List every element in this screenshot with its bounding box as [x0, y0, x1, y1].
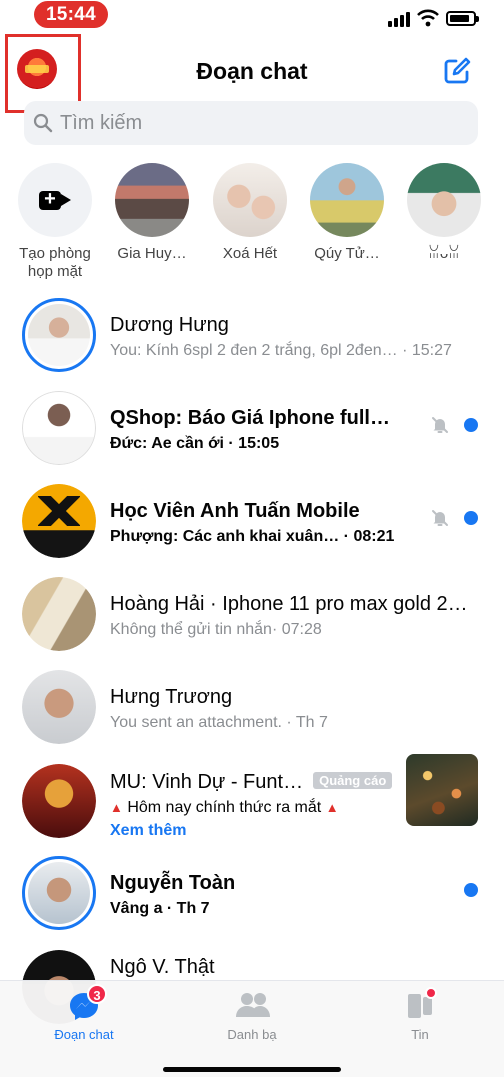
ad-text-line: ▲ Hôm nay chính thức ra mắt ▲: [110, 799, 339, 817]
search-icon: [33, 113, 53, 133]
story-label: Qúy Tử…: [314, 245, 380, 262]
chat-row[interactable]: Hoàng Hải · Iphone 11 pro max gold 2… Kh…: [0, 567, 504, 660]
chat-name: Ngô V. Thật: [110, 956, 215, 978]
chat-row[interactable]: Nguyễn Toàn Vâng a · Th 7: [0, 846, 504, 939]
chat-name: Dương Hưng: [110, 314, 229, 336]
chat-row[interactable]: QShop: Báo Giá Iphone full… Đức: Ae cần …: [0, 381, 504, 474]
story-item[interactable]: Xoá Hết: [202, 163, 298, 263]
story-avatar: [310, 163, 384, 237]
chat-bubble-icon: 3: [67, 984, 107, 1023]
chat-preview: Phượng: Các anh khai xuân… · 08:21: [110, 528, 395, 545]
home-indicator: [163, 1067, 341, 1072]
video-camera-icon: [39, 188, 71, 211]
story-avatar: [213, 163, 287, 237]
story-item[interactable]: ꈍᴗꈍ: [396, 163, 492, 263]
chat-name: Học Viên Anh Tuấn Mobile: [110, 500, 360, 522]
tab-contacts[interactable]: Danh bạ: [168, 989, 336, 1042]
chat-preview: You: Kính 6spl 2 đen 2 trắng, 6pl 2đen… …: [110, 342, 452, 359]
chat-name: QShop: Báo Giá Iphone full…: [110, 407, 390, 429]
muted-bell-icon: [432, 417, 448, 433]
create-room-circle: [18, 163, 92, 237]
chat-preview: Không thể gửi tin nhắn· 07:28: [110, 621, 322, 638]
story-avatar: [115, 163, 189, 237]
chat-preview: Đức: Ae cần ới · 15:05: [110, 435, 280, 452]
status-time: 15:44: [34, 1, 108, 28]
stories-row: Tạo phòng họp mặt Gia Huy… Xoá Hết Qúy T…: [0, 163, 504, 283]
story-item[interactable]: Gia Huy…: [104, 163, 200, 263]
bottom-tab-bar: 3 Đoạn chat Danh bạ Tin: [0, 980, 504, 1077]
unread-dot: [464, 418, 478, 432]
signal-icon: [388, 11, 410, 27]
chat-name: MU: Vinh Dự - Funt… Quảng cáo: [110, 771, 393, 794]
chat-row[interactable]: Học Viên Anh Tuấn Mobile Phượng: Các anh…: [0, 474, 504, 567]
story-label: Gia Huy…: [117, 245, 187, 262]
new-story-dot: [425, 987, 437, 999]
story-label: ꈍᴗꈍ: [428, 245, 460, 262]
unread-dot: [464, 511, 478, 525]
muted-bell-icon: [432, 510, 448, 526]
avatar: [22, 298, 96, 372]
compose-icon[interactable]: [442, 56, 472, 86]
tab-label: Đoạn chat: [54, 1027, 114, 1042]
ad-title: MU: Vinh Dự - Funt…: [110, 771, 304, 793]
chat-preview: You sent an attachment. · Th 7: [110, 714, 328, 731]
see-more-link[interactable]: Xem thêm: [110, 822, 186, 840]
avatar: [22, 856, 96, 930]
stories-icon: [403, 987, 437, 1023]
people-icon: [235, 989, 270, 1023]
tab-label: Tin: [411, 1027, 429, 1042]
tab-label: Danh bạ: [227, 1027, 277, 1042]
avatar: [22, 577, 96, 651]
tab-stories[interactable]: Tin: [336, 987, 504, 1042]
search-bar[interactable]: Tìm kiếm: [24, 101, 478, 145]
chat-name: Hoàng Hải · Iphone 11 pro max gold 2…: [110, 593, 468, 615]
header: Đoạn chat: [0, 34, 504, 113]
avatar: [22, 484, 96, 558]
tab-chats[interactable]: 3 Đoạn chat: [0, 984, 168, 1042]
sponsored-chat-row[interactable]: MU: Vinh Dự - Funt… Quảng cáo ▲ Hôm nay c…: [0, 754, 504, 854]
unread-dot: [464, 883, 478, 897]
story-label: Xoá Hết: [222, 245, 278, 262]
chat-name: Hưng Trương: [110, 686, 233, 708]
create-room-button[interactable]: Tạo phòng họp mặt: [7, 163, 103, 281]
status-bar: 15:44: [0, 0, 504, 34]
avatar: [22, 670, 96, 744]
unread-count-badge: 3: [87, 984, 107, 1004]
warning-triangle-icon: ▲: [110, 800, 123, 815]
chat-row[interactable]: Hưng Trương You sent an attachment. · Th…: [0, 660, 504, 753]
avatar: [22, 764, 96, 838]
page-title: Đoạn chat: [196, 58, 308, 84]
chat-row[interactable]: Dương Hưng You: Kính 6spl 2 đen 2 trắng,…: [0, 288, 504, 381]
story-label: Tạo phòng họp mặt: [19, 245, 91, 280]
search-input[interactable]: Tìm kiếm: [60, 101, 142, 145]
ad-image[interactable]: [406, 754, 478, 826]
ad-badge: Quảng cáo: [313, 772, 393, 789]
warning-triangle-icon: ▲: [325, 800, 339, 815]
chat-preview: Vâng a · Th 7: [110, 900, 210, 917]
story-item[interactable]: Qúy Tử…: [299, 163, 395, 263]
avatar: [22, 391, 96, 465]
battery-icon: [446, 11, 479, 26]
story-avatar: [407, 163, 481, 237]
chat-name: Nguyễn Toàn: [110, 872, 236, 894]
wifi-icon: [417, 9, 439, 27]
ad-text: Hôm nay chính thức ra mắt: [127, 799, 322, 816]
